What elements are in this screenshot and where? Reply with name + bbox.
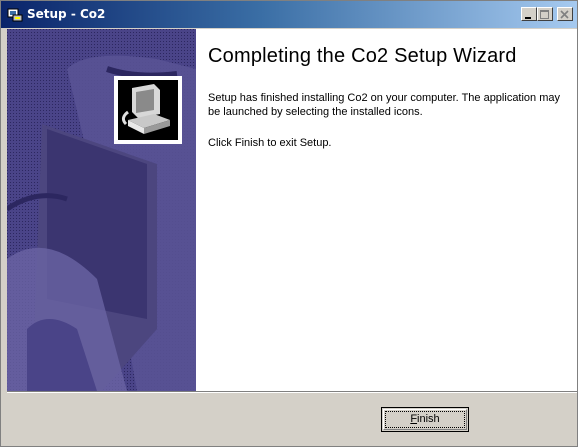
maximize-icon	[540, 10, 549, 19]
finish-label-rest: inish	[417, 413, 440, 425]
minimize-button[interactable]	[521, 7, 537, 21]
page-title: Completing the Co2 Setup Wizard	[208, 45, 517, 67]
minimize-icon	[525, 17, 531, 19]
computer-logo-icon	[118, 80, 178, 140]
exit-instruction: Click Finish to exit Setup.	[208, 137, 332, 149]
wizard-content-panel: Completing the Co2 Setup Wizard Setup ha…	[196, 29, 577, 391]
setup-icon	[7, 8, 23, 22]
logo-frame	[114, 76, 182, 144]
setup-window: Setup - Co2 Completing the Co2 Setup Wiz…	[0, 0, 578, 447]
window-title: Setup - Co2	[27, 7, 106, 21]
close-button[interactable]	[557, 7, 573, 21]
title-bar[interactable]: Setup - Co2	[1, 1, 577, 28]
wizard-sidebar-image	[7, 29, 196, 391]
maximize-button[interactable]	[537, 7, 553, 21]
divider	[7, 392, 577, 393]
finished-message: Setup has finished installing Co2 on you…	[208, 92, 561, 118]
finish-button-label: Finish	[382, 413, 468, 425]
finish-button[interactable]: Finish	[381, 407, 469, 432]
close-icon	[560, 10, 569, 19]
button-bar: Finish	[7, 391, 577, 446]
